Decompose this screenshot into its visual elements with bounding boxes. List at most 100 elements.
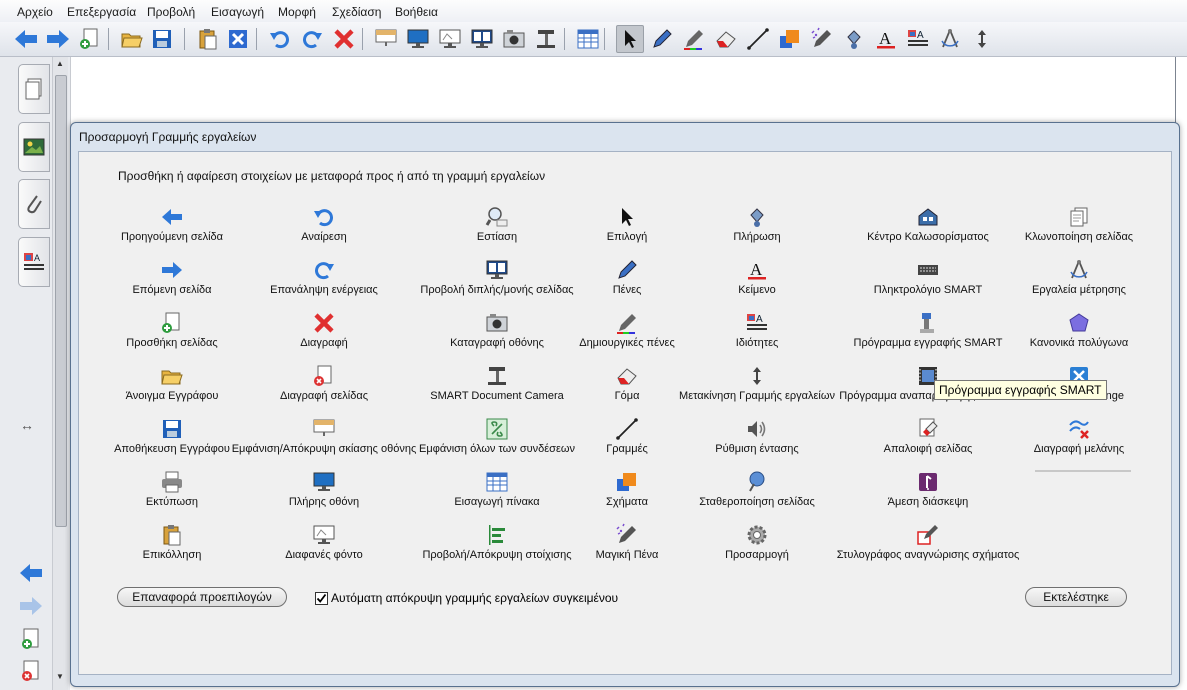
- toolbar-separator: [184, 28, 185, 50]
- home-icon: [916, 205, 940, 229]
- toolbar-eraser-button[interactable]: [712, 25, 740, 53]
- done-button[interactable]: Εκτελέστηκε: [1025, 587, 1127, 607]
- toolbar-save-button[interactable]: [148, 25, 176, 53]
- toolbar-shapes-button[interactable]: [776, 25, 804, 53]
- clear-ink-icon: [1067, 417, 1091, 441]
- tool-item[interactable]: Διαφανές φόντο: [224, 523, 424, 571]
- next-page-side-icon[interactable]: [18, 595, 44, 620]
- auto-hide-checkbox-row[interactable]: Αυτόματη απόκρυψη γραμμής εργαλείων συγκ…: [315, 589, 618, 607]
- screen-capture-icon: [503, 30, 525, 48]
- menubar: Αρχείο Επεξεργασία Προβολή Εισαγωγή Μορφή Σχε…: [0, 0, 1187, 23]
- tool-item-label: Διαγραφή σελίδας: [280, 390, 368, 402]
- toolbar-redo-button[interactable]: [298, 25, 326, 53]
- toolbar-move-toolbar-button[interactable]: [968, 25, 996, 53]
- gallery-tab[interactable]: [18, 122, 50, 172]
- menu-1[interactable]: Αρχείο: [17, 5, 53, 19]
- tool-item[interactable]: A Ιδιότητες: [657, 311, 857, 359]
- toolbar-creative-pens-button[interactable]: [680, 25, 708, 53]
- separator-item[interactable]: [1035, 470, 1131, 472]
- tool-item[interactable]: Εμφάνιση/Απόκρυψη σκίασης οθόνης: [224, 417, 424, 465]
- document-camera-icon: [485, 364, 509, 388]
- toolbar-open-button[interactable]: [118, 25, 146, 53]
- tool-item-label: Σταθεροποίηση σελίδας: [699, 496, 815, 508]
- properties-tab[interactable]: A: [18, 237, 50, 287]
- vertical-scrollbar[interactable]: ▲ ▼: [52, 57, 68, 690]
- recorder-icon: [916, 311, 940, 335]
- paste-icon: [160, 523, 184, 547]
- toolbar-magic-pen-button[interactable]: [808, 25, 836, 53]
- tool-item[interactable]: Άμεση διάσκεψη: [828, 470, 1028, 518]
- delete-page-icon: [312, 364, 336, 388]
- bridgit-icon: [916, 470, 940, 494]
- toolbar-document-camera-button[interactable]: [532, 25, 560, 53]
- toolbar-paste-button[interactable]: [194, 25, 222, 53]
- tool-item[interactable]: Κλωνοποίηση σελίδας: [979, 205, 1179, 253]
- toolbar-add-page-button[interactable]: [76, 25, 104, 53]
- attachments-tab[interactable]: [18, 179, 50, 229]
- reset-defaults-button[interactable]: Επαναφορά προεπιλογών: [117, 587, 287, 607]
- toolbar-next-page-button[interactable]: [44, 25, 72, 53]
- tool-item[interactable]: Εργαλεία μέτρησης: [979, 258, 1179, 306]
- tool-item[interactable]: Πλήρωση: [657, 205, 857, 253]
- tool-item[interactable]: Προσαρμογή: [657, 523, 857, 571]
- tool-item[interactable]: Διαγραφή μελάνης: [979, 417, 1179, 465]
- toolbar-text-button[interactable]: A: [872, 25, 900, 53]
- toolbar-screen-capture-button[interactable]: [500, 25, 528, 53]
- tool-item[interactable]: Σταθεροποίηση σελίδας: [657, 470, 857, 518]
- eraser-icon: [615, 364, 639, 388]
- toolbar-screen-shade-button[interactable]: [372, 25, 400, 53]
- shapes-icon: [615, 470, 639, 494]
- creative-pens-icon: [684, 30, 703, 50]
- toolbar-table-button[interactable]: [574, 25, 602, 53]
- select-icon: [625, 30, 636, 48]
- toolbar-properties-button[interactable]: A: [904, 25, 932, 53]
- toolbar-transparent-button[interactable]: [436, 25, 464, 53]
- whiteboard-page[interactable]: [70, 57, 1176, 127]
- toolbar-previous-page-button[interactable]: [12, 25, 40, 53]
- dialog-instruction: Προσθήκη ή αφαίρεση στοιχείων με μεταφορ…: [118, 169, 546, 183]
- toolbar-measurement-button[interactable]: [936, 25, 964, 53]
- tool-item-label: Πλήρωση: [733, 231, 781, 243]
- tool-item-label: Ρύθμιση έντασης: [715, 443, 799, 455]
- toolbar-lines-button[interactable]: [744, 25, 772, 53]
- toolbar-select-button[interactable]: [616, 25, 644, 53]
- tool-item[interactable]: A Κείμενο: [657, 258, 857, 306]
- toolbar-dual-view-button[interactable]: [468, 25, 496, 53]
- menu-5[interactable]: Μορφή: [278, 5, 316, 19]
- tool-item[interactable]: Ρύθμιση έντασης: [657, 417, 857, 465]
- tool-item[interactable]: Κανονικά πολύγωνα: [979, 311, 1179, 359]
- resize-arrows-icon[interactable]: ↔: [20, 417, 34, 433]
- tool-item[interactable]: Διαγραφή: [224, 311, 424, 359]
- menu-3[interactable]: Προβολή: [147, 5, 195, 19]
- delete-icon: [334, 29, 354, 49]
- tool-item[interactable]: Μετακίνηση Γραμμής εργαλείων: [657, 364, 857, 412]
- toolbar-fill-button[interactable]: [840, 25, 868, 53]
- menu-2[interactable]: Επεξεργασία: [67, 5, 136, 19]
- toolbar-full-screen-button[interactable]: [404, 25, 432, 53]
- add-page-side-icon[interactable]: [20, 627, 42, 654]
- tool-item[interactable]: Αναίρεση: [224, 205, 424, 253]
- auto-hide-checkbox-label: Αυτόματη απόκρυψη γραμμής εργαλείων συγκ…: [331, 591, 619, 605]
- auto-hide-checkbox[interactable]: [315, 591, 328, 605]
- fill-icon: [847, 30, 861, 49]
- tool-item[interactable]: Στυλογράφος αναγνώρισης σχήματος: [828, 523, 1028, 571]
- links-icon: [485, 417, 509, 441]
- toolbar-delete-button[interactable]: [330, 25, 358, 53]
- tool-item[interactable]: Επανάληψη ενέργειας: [224, 258, 424, 306]
- delete-page-side-icon[interactable]: [20, 659, 42, 686]
- toolbar-delete-page-button[interactable]: [224, 25, 252, 53]
- pin-icon: [745, 470, 769, 494]
- menu-6[interactable]: Σχεδίαση: [332, 5, 381, 19]
- tool-item[interactable]: Πλήρης οθόνη: [224, 470, 424, 518]
- align-icon: [485, 523, 509, 547]
- menu-4[interactable]: Εισαγωγή: [211, 5, 264, 19]
- add-page-icon: [160, 311, 184, 335]
- page-sorter-tab[interactable]: [18, 64, 50, 114]
- tool-item[interactable]: Διαγραφή σελίδας: [224, 364, 424, 412]
- menu-7[interactable]: Βοήθεια: [395, 5, 438, 19]
- prev-page-side-icon[interactable]: [18, 562, 44, 587]
- toolbar-undo-button[interactable]: [266, 25, 294, 53]
- toolbar-pens-button[interactable]: [648, 25, 676, 53]
- full-screen-icon: [407, 29, 429, 48]
- printer-icon: [160, 470, 184, 494]
